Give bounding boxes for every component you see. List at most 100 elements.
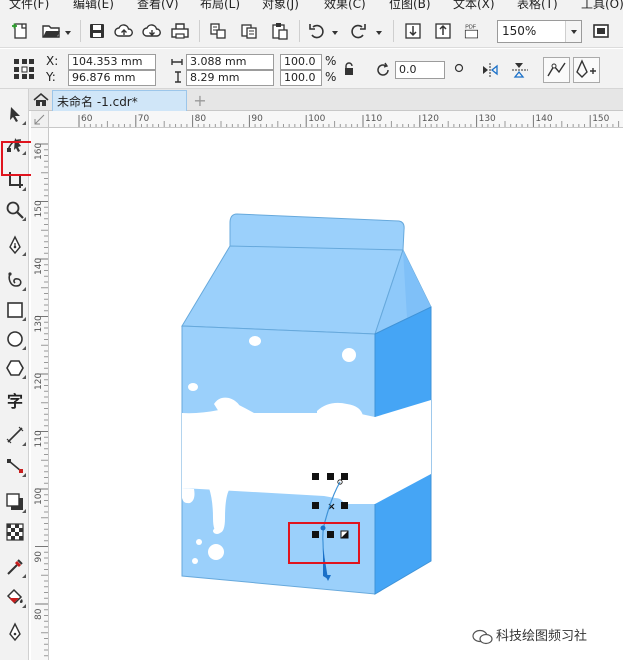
interactive-fill-tool-icon[interactable] bbox=[3, 584, 27, 610]
copy-icon[interactable] bbox=[238, 20, 260, 42]
fullscreen-icon[interactable] bbox=[590, 20, 612, 42]
menu-tools[interactable]: 工具(O) bbox=[581, 0, 623, 12]
vruler-label: 130 bbox=[34, 315, 44, 332]
document-tab[interactable]: 未命名 -1.cdr* bbox=[52, 90, 187, 111]
open-folder-icon[interactable] bbox=[40, 20, 62, 42]
mirror-vertical-icon[interactable] bbox=[510, 61, 530, 79]
chevron-down-icon[interactable] bbox=[375, 26, 383, 35]
text-tool-icon[interactable]: 字 bbox=[3, 387, 27, 413]
pick-tool-icon[interactable] bbox=[3, 101, 27, 127]
rectangle-tool-icon[interactable] bbox=[3, 297, 27, 323]
height-icon bbox=[173, 71, 183, 83]
download-cloud-icon[interactable] bbox=[141, 20, 163, 42]
milk-carton-drawing bbox=[181, 213, 432, 595]
watermark: 科技绘图频习社 bbox=[472, 625, 587, 645]
percent-label: % bbox=[325, 54, 337, 68]
ellipse-tool-icon[interactable] bbox=[3, 326, 27, 352]
document-tab-title: 未命名 -1.cdr* bbox=[57, 95, 138, 109]
hruler-label: 100 bbox=[308, 114, 325, 124]
drop-shadow-tool-icon[interactable] bbox=[3, 489, 27, 515]
undo-icon[interactable] bbox=[306, 20, 328, 42]
height-field[interactable]: 8.29 mm bbox=[186, 70, 274, 86]
bspline-tool-icon[interactable] bbox=[3, 267, 27, 293]
vruler-label: 150 bbox=[34, 200, 44, 217]
hruler-label: 70 bbox=[138, 114, 150, 124]
drawing-canvas[interactable] bbox=[49, 128, 623, 660]
zoom-level-select[interactable]: 150% bbox=[497, 20, 582, 43]
pen-tool-icon[interactable] bbox=[3, 232, 27, 258]
x-position-field[interactable]: 104.353 mm bbox=[68, 54, 156, 70]
menu-layout[interactable]: 布局(L) bbox=[200, 0, 240, 12]
hruler-label: 130 bbox=[479, 114, 496, 124]
menu-bitmap[interactable]: 位图(B) bbox=[389, 0, 431, 12]
object-origin-icon[interactable] bbox=[12, 57, 36, 81]
width-field[interactable]: 3.088 mm bbox=[186, 54, 274, 70]
percent-label: % bbox=[325, 70, 337, 84]
hruler-label: 80 bbox=[195, 114, 207, 124]
menu-table[interactable]: 表格(T) bbox=[517, 0, 558, 12]
hruler-label: 150 bbox=[592, 114, 609, 124]
transparency-tool-icon[interactable] bbox=[3, 519, 27, 545]
width-icon bbox=[171, 56, 183, 66]
lock-ratio-icon[interactable] bbox=[343, 62, 355, 76]
hruler-label: 90 bbox=[251, 114, 263, 124]
vruler-label: 90 bbox=[34, 551, 44, 563]
chevron-down-icon[interactable] bbox=[565, 21, 581, 42]
connector-tool-icon[interactable] bbox=[3, 453, 27, 479]
convert-to-curve-icon[interactable] bbox=[543, 57, 570, 83]
import-icon[interactable] bbox=[402, 20, 424, 42]
carton-gable-front bbox=[181, 245, 404, 335]
scale-height-field[interactable]: 100.0 bbox=[280, 70, 322, 86]
menu-object[interactable]: 对象(J) bbox=[262, 0, 299, 12]
y-label: Y: bbox=[46, 70, 56, 84]
zoom-value: 150% bbox=[502, 24, 537, 38]
new-tab-plus-icon[interactable]: + bbox=[192, 91, 208, 110]
wechat-icon bbox=[472, 629, 493, 644]
smart-fill-tool-icon[interactable] bbox=[3, 619, 27, 645]
redo-icon[interactable] bbox=[347, 20, 369, 42]
y-position-field[interactable]: 96.876 mm bbox=[68, 70, 156, 86]
document-tab-bar: 未命名 -1.cdr* + bbox=[29, 89, 623, 111]
save-icon[interactable] bbox=[86, 20, 108, 42]
menu-text[interactable]: 文本(X) bbox=[453, 0, 495, 12]
chevron-down-icon[interactable] bbox=[64, 26, 72, 35]
export-icon[interactable] bbox=[432, 20, 454, 42]
horizontal-ruler[interactable]: 60 70 80 90 100 110 120 130 140 150 bbox=[49, 111, 623, 128]
vruler-label: 140 bbox=[34, 258, 44, 275]
eyedropper-tool-icon[interactable] bbox=[3, 554, 27, 580]
menu-effects[interactable]: 效果(C) bbox=[324, 0, 366, 12]
hruler-label: 120 bbox=[422, 114, 439, 124]
rotation-field[interactable]: 0.0 bbox=[395, 61, 445, 79]
paste-icon[interactable] bbox=[269, 20, 291, 42]
pen-node-icon[interactable] bbox=[573, 57, 600, 83]
mirror-horizontal-icon[interactable] bbox=[480, 61, 500, 79]
new-document-icon[interactable] bbox=[10, 20, 32, 42]
home-icon[interactable] bbox=[31, 91, 51, 109]
pdf-icon[interactable]: PDF bbox=[460, 20, 486, 42]
vruler-label: 100 bbox=[34, 488, 44, 505]
hruler-label: 140 bbox=[535, 114, 552, 124]
menu-edit[interactable]: 编辑(E) bbox=[73, 0, 114, 12]
hruler-label: 110 bbox=[365, 114, 382, 124]
carton-top-tab bbox=[229, 213, 405, 251]
upload-cloud-icon[interactable] bbox=[113, 20, 135, 42]
menu-view[interactable]: 查看(V) bbox=[137, 0, 179, 12]
vruler-label: 110 bbox=[34, 430, 44, 447]
polygon-tool-icon[interactable] bbox=[3, 355, 27, 381]
ruler-origin[interactable] bbox=[31, 111, 49, 128]
degree-icon bbox=[454, 62, 464, 73]
node-selection-highlight bbox=[288, 522, 360, 564]
vruler-label: 160 bbox=[34, 143, 44, 160]
menu-bar: 文件(F) 编辑(E) 查看(V) 布局(L) 对象(J) 效果(C) 位图(B… bbox=[0, 0, 623, 12]
vruler-label: 120 bbox=[34, 373, 44, 390]
print-icon[interactable] bbox=[169, 20, 191, 42]
scale-width-field[interactable]: 100.0 bbox=[280, 54, 322, 70]
standard-toolbar: PDF 150% bbox=[0, 12, 623, 48]
chevron-down-icon[interactable] bbox=[331, 26, 339, 35]
menu-file[interactable]: 文件(F) bbox=[9, 0, 49, 12]
parallel-dimension-tool-icon[interactable] bbox=[3, 422, 27, 448]
zoom-tool-icon[interactable] bbox=[3, 197, 27, 223]
vertical-ruler[interactable]: 160 150 140 130 120 110 100 90 80 bbox=[31, 128, 49, 660]
svg-text:PDF: PDF bbox=[465, 25, 476, 31]
cut-icon[interactable] bbox=[207, 20, 229, 42]
